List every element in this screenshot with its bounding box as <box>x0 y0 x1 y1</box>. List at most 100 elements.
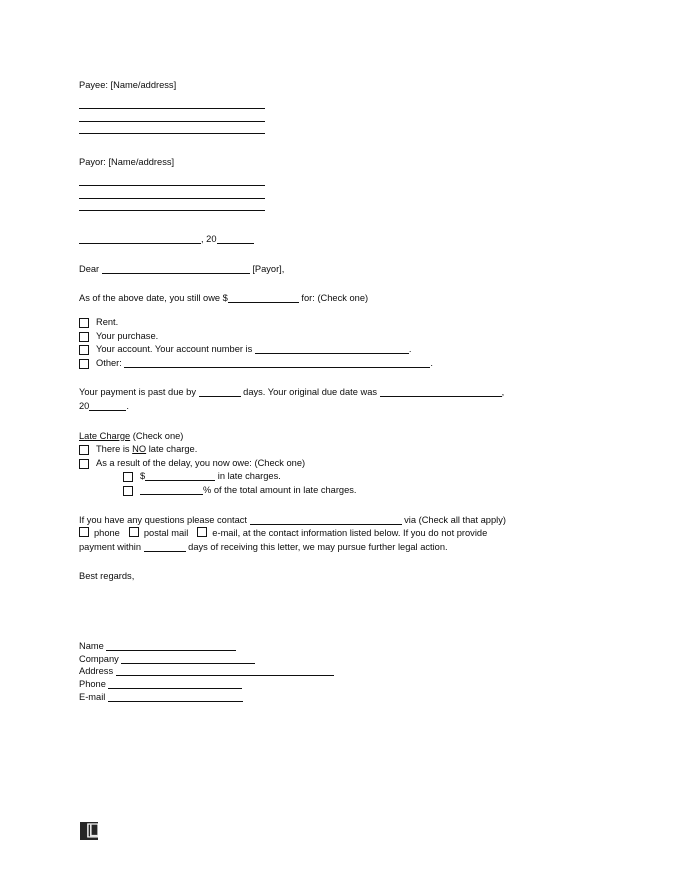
late-charge-sub-option-percent[interactable]: % of the total amount in late charges. <box>123 484 599 498</box>
signature-block: Name Company Address Phone E-mail <box>79 640 599 704</box>
signature-label-name: Name <box>79 640 107 651</box>
signature-space <box>79 617 599 640</box>
original-due-year-field[interactable] <box>89 401 127 411</box>
logo-mark-icon <box>80 822 99 840</box>
payor-label: Payor: [Name/address] <box>79 157 175 168</box>
reason-option-other[interactable]: Other: . <box>79 357 599 371</box>
late-charge-none-emphasis: NO <box>132 444 147 455</box>
late-charge-option-none[interactable]: There is NO late charge. <box>79 443 599 457</box>
contact-name-field[interactable] <box>249 515 402 525</box>
signature-field-phone: Phone <box>79 678 599 691</box>
reason-option-account[interactable]: Your account. Your account number is . <box>79 343 599 357</box>
past-due-days-field[interactable] <box>198 387 241 398</box>
checkbox-purchase[interactable] <box>79 331 89 342</box>
original-due-date-field[interactable] <box>379 387 502 398</box>
date-year-field[interactable] <box>216 234 254 245</box>
checkbox-late-charge-amount[interactable] <box>123 472 133 483</box>
late-charge-none-before: There is <box>96 444 133 455</box>
checkbox-delay-owes[interactable] <box>79 458 89 469</box>
late-charge-none-after: late charge. <box>146 444 198 455</box>
late-charge-percent-label: % of the total amount in late charges. <box>140 484 357 498</box>
late-charge-heading: Late Charge (Check one) <box>79 430 599 444</box>
reason-label-purchase: Your purchase. <box>96 330 159 341</box>
payor-address-rule-3[interactable] <box>79 199 265 212</box>
checkbox-account[interactable] <box>79 345 89 356</box>
reason-label-rent: Rent. <box>96 316 119 327</box>
past-due-part4: 20 <box>79 400 90 411</box>
checkbox-no-late-charge[interactable] <box>79 445 89 456</box>
date-month-day-field[interactable] <box>79 234 201 245</box>
reason-label-other: Other: . <box>96 357 433 371</box>
contact-method-postal-mail: postal mail <box>143 528 189 539</box>
late-charge-heading-text: Late Charge <box>79 430 131 441</box>
contact-line3-before: payment within <box>79 541 144 552</box>
signature-label-phone: Phone <box>79 679 109 690</box>
late-charge-amount-field[interactable] <box>145 471 216 482</box>
contact-paragraph: If you have any questions please contact… <box>79 514 599 555</box>
payee-address-rule-1[interactable] <box>79 97 265 110</box>
reason-option-purchase[interactable]: Your purchase. <box>79 330 599 344</box>
salutation-line: Dear [Payor], <box>79 263 599 277</box>
payor-address-rule-1[interactable] <box>79 174 265 187</box>
payor-address-rule-2[interactable] <box>79 186 265 199</box>
late-charge-amount-suffix: in late charges. <box>215 471 281 482</box>
letter-body: Payee: [Name/address] Payor: [Name/addre… <box>79 79 599 704</box>
signature-field-company: Company <box>79 653 599 666</box>
closing-line: Best regards, <box>79 571 135 582</box>
payee-address-rules <box>79 97 599 135</box>
account-number-field[interactable] <box>254 344 409 355</box>
signature-phone-field[interactable] <box>108 679 243 690</box>
signature-email-field[interactable] <box>107 692 243 703</box>
signature-field-email: E-mail <box>79 691 599 704</box>
signature-name-field[interactable] <box>106 641 237 651</box>
contact-method-phone: phone <box>94 528 120 539</box>
late-charge-heading-suffix: (Check one) <box>130 430 184 441</box>
salutation-name-field[interactable] <box>101 264 250 274</box>
reason-option-rent[interactable]: Rent. <box>79 316 599 330</box>
checkbox-rent[interactable] <box>79 317 89 328</box>
checkbox-late-charge-percent[interactable] <box>123 485 133 496</box>
date-year-prefix: 20 <box>206 234 217 245</box>
late-charge-option-delay[interactable]: As a result of the delay, you now owe: (… <box>79 457 599 471</box>
signature-company-field[interactable] <box>121 654 256 664</box>
late-charge-percent-field[interactable] <box>140 485 203 495</box>
other-reason-field[interactable] <box>124 358 431 368</box>
late-charge-delay-label: As a result of the delay, you now owe: (… <box>96 457 306 468</box>
checkbox-other[interactable] <box>79 358 89 369</box>
signature-label-address: Address <box>79 666 116 677</box>
amount-owed-line: As of the above date, you still owe $ fo… <box>79 292 599 306</box>
salutation-dear: Dear <box>79 263 102 274</box>
payee-address-rule-2[interactable] <box>79 109 265 122</box>
amount-owed-field[interactable] <box>227 293 299 304</box>
document-page: Payee: [Name/address] Payor: [Name/addre… <box>0 0 680 880</box>
payee-label: Payee: [Name/address] <box>79 80 177 90</box>
reason-checkbox-group: Rent. Your purchase. Your account. Your … <box>79 316 599 370</box>
contact-line2-after: at the contact information listed below.… <box>240 528 488 539</box>
date-line: , 20 <box>79 233 599 247</box>
checkbox-contact-postal-mail[interactable] <box>128 527 139 538</box>
reason-label-other-text: Other: <box>96 357 125 368</box>
reason-label-account-text: Your account. Your account number is <box>96 344 255 355</box>
payee-address-rule-3[interactable] <box>79 122 265 135</box>
past-due-part1: Your payment is past due by <box>79 387 199 398</box>
late-charge-percent-suffix: % of the total amount in late charges. <box>203 484 357 495</box>
checkbox-contact-phone[interactable] <box>79 527 89 538</box>
checkbox-contact-email[interactable] <box>197 527 208 538</box>
payment-window-days-field[interactable] <box>143 542 186 552</box>
amount-owed-suffix: for: (Check one) <box>298 293 369 304</box>
late-charge-sub-option-amount[interactable]: $ in late charges. <box>123 470 599 484</box>
signature-address-field[interactable] <box>115 666 334 677</box>
signature-field-name: Name <box>79 640 599 653</box>
past-due-part3: , <box>501 387 505 398</box>
other-reason-period: . <box>430 357 434 368</box>
